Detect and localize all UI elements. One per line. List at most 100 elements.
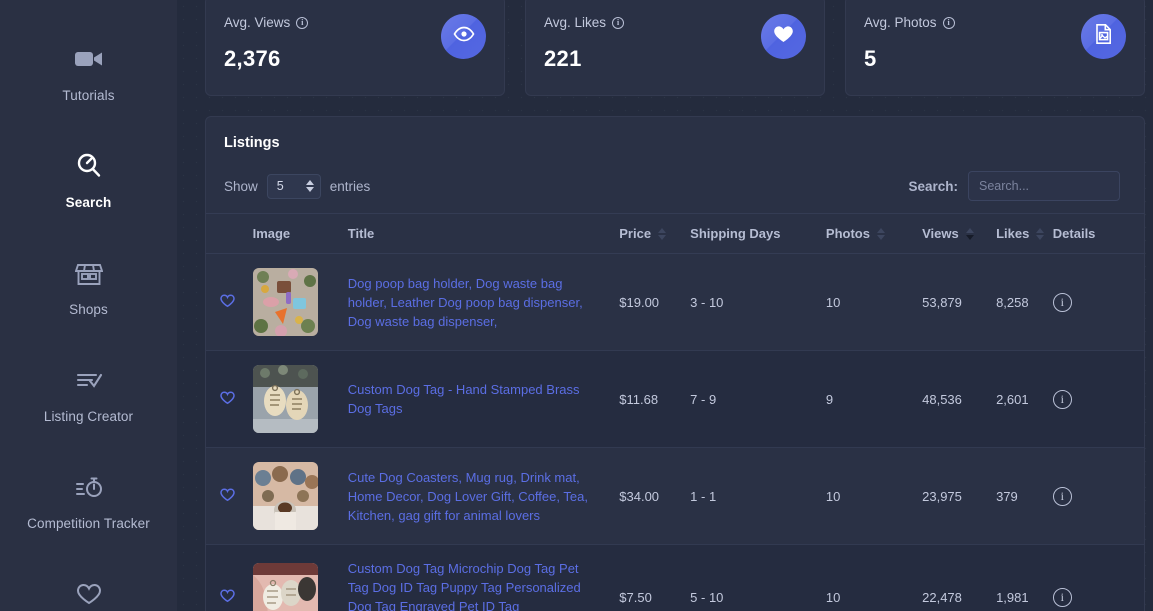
th-details: Details	[1052, 213, 1144, 254]
listing-title-link[interactable]: Dog poop bag holder, Dog waste bag holde…	[348, 274, 619, 331]
photo-file-icon	[1094, 23, 1113, 50]
sidebar-item-favorites[interactable]: Favorites	[0, 565, 177, 611]
table-row: Dog poop bag holder, Dog waste bag holde…	[206, 253, 1144, 351]
favorite-heart-icon[interactable]	[220, 487, 235, 505]
sidebar-item-competition-tracker[interactable]: Competition Tracker	[0, 458, 177, 545]
table-controls: Show 5 10 25 50 100 entries	[206, 151, 1144, 213]
sidebar-item-shops[interactable]: Shops	[0, 244, 177, 331]
page-title: Listings	[224, 135, 280, 151]
listing-thumbnail[interactable]	[252, 563, 318, 611]
stat-value: 221	[544, 46, 582, 71]
th-price[interactable]: Price	[619, 213, 691, 254]
cell-photos: 9	[825, 350, 923, 448]
cell-favorite	[206, 447, 253, 545]
sidebar-item-search[interactable]: Search	[0, 137, 177, 224]
cell-details: i	[1052, 447, 1144, 545]
cell-likes: 1,981	[996, 544, 1053, 611]
sort-toggle-price[interactable]	[658, 227, 667, 240]
cell-image	[252, 447, 348, 545]
sort-toggle-likes[interactable]	[1036, 227, 1045, 240]
listing-thumbnail[interactable]	[252, 268, 318, 336]
cell-image	[252, 544, 348, 611]
listing-title-link[interactable]: Custom Dog Tag Microchip Dog Tag Pet Tag…	[348, 559, 619, 611]
cell-photos: 10	[825, 253, 923, 351]
cell-shipping-days: 1 - 1	[690, 447, 826, 545]
info-icon[interactable]: i	[296, 16, 309, 29]
cell-price: $11.68	[619, 350, 691, 448]
sidebar-item-label: Tutorials	[62, 88, 115, 103]
stat-badge-likes	[761, 14, 806, 59]
cell-favorite	[206, 253, 253, 351]
stat-label-text: Avg. Views	[224, 15, 291, 30]
search-control: Search:	[908, 171, 1120, 201]
stat-badge-views	[441, 14, 486, 59]
listings-table: Image Title Price Shipping Days Photos V…	[206, 213, 1144, 611]
sidebar-item-label: Search	[65, 195, 112, 210]
search-input[interactable]	[968, 171, 1120, 201]
cell-likes: 8,258	[996, 253, 1053, 351]
th-title: Title	[347, 213, 620, 254]
video-camera-icon	[74, 44, 103, 74]
cell-details: i	[1052, 350, 1144, 448]
info-icon[interactable]: i	[942, 16, 955, 29]
th-label: Shipping Days	[690, 226, 781, 241]
sort-toggle-photos[interactable]	[876, 227, 885, 240]
th-label: Photos	[825, 226, 870, 241]
details-info-icon[interactable]: i	[1052, 389, 1072, 409]
listing-thumbnail[interactable]	[252, 365, 318, 433]
entries-select[interactable]: 5 10 25 50 100	[266, 173, 321, 199]
sort-toggle-views[interactable]	[965, 227, 974, 240]
heart-icon	[75, 579, 103, 609]
cell-title: Cute Dog Coasters, Mug rug, Drink mat, H…	[347, 447, 620, 545]
listing-thumbnail[interactable]	[252, 462, 318, 530]
cell-price: $19.00	[619, 253, 691, 351]
cell-details: i	[1052, 253, 1144, 351]
table-row: Custom Dog Tag Microchip Dog Tag Pet Tag…	[206, 544, 1144, 611]
th-image: Image	[252, 213, 348, 254]
favorite-heart-icon[interactable]	[220, 390, 235, 408]
th-label: Likes	[996, 226, 1030, 241]
cell-favorite	[206, 544, 253, 611]
sidebar-item-label: Shops	[69, 302, 108, 317]
th-label: Title	[347, 226, 375, 241]
th-label: Views	[922, 226, 959, 241]
sidebar-item-label: Listing Creator	[43, 409, 134, 424]
entries-select-wrap: 5 10 25 50 100	[266, 173, 321, 199]
favorite-heart-icon[interactable]	[220, 588, 235, 606]
cell-shipping-days: 5 - 10	[690, 544, 826, 611]
th-likes[interactable]: Likes	[996, 213, 1053, 254]
th-label: Price	[619, 226, 652, 241]
stopwatch-icon	[74, 472, 104, 502]
listing-title-link[interactable]: Custom Dog Tag - Hand Stamped Brass Dog …	[348, 380, 619, 418]
cell-views: 23,975	[922, 447, 997, 545]
sidebar-item-tutorials[interactable]: Tutorials	[0, 30, 177, 117]
details-info-icon[interactable]: i	[1052, 486, 1072, 506]
th-photos[interactable]: Photos	[825, 213, 923, 254]
th-shipping-days: Shipping Days	[690, 213, 826, 254]
cell-shipping-days: 3 - 10	[690, 253, 826, 351]
stats-row: Avg. Views i 2,376 Avg. Likes i 221 Avg.…	[205, 0, 1145, 96]
stat-value: 5	[864, 46, 877, 71]
list-check-icon	[75, 365, 103, 395]
th-views[interactable]: Views	[922, 213, 997, 254]
cell-image	[252, 350, 348, 448]
sidebar-item-listing-creator[interactable]: Listing Creator	[0, 351, 177, 438]
details-info-icon[interactable]: i	[1052, 587, 1072, 607]
stat-label-text: Avg. Likes	[544, 15, 607, 30]
favorite-heart-icon[interactable]	[220, 293, 235, 311]
search-label: Search:	[908, 178, 958, 194]
th-label: Details	[1052, 226, 1096, 241]
cell-views: 22,478	[922, 544, 997, 611]
listing-title-link[interactable]: Cute Dog Coasters, Mug rug, Drink mat, H…	[348, 468, 619, 525]
table-row: Custom Dog Tag - Hand Stamped Brass Dog …	[206, 350, 1144, 448]
cell-likes: 379	[996, 447, 1053, 545]
sidebar: Tutorials Search Shops Listing Creator C…	[0, 0, 177, 611]
table-body: Dog poop bag holder, Dog waste bag holde…	[206, 253, 1144, 611]
show-suffix-label: entries	[329, 178, 371, 194]
details-info-icon[interactable]: i	[1052, 292, 1072, 312]
th-favorite	[206, 213, 253, 254]
main-content: Avg. Views i 2,376 Avg. Likes i 221 Avg.…	[177, 0, 1153, 611]
info-icon[interactable]: i	[612, 16, 625, 29]
cell-views: 53,879	[922, 253, 997, 351]
stat-card-avg-views: Avg. Views i 2,376	[205, 0, 505, 96]
